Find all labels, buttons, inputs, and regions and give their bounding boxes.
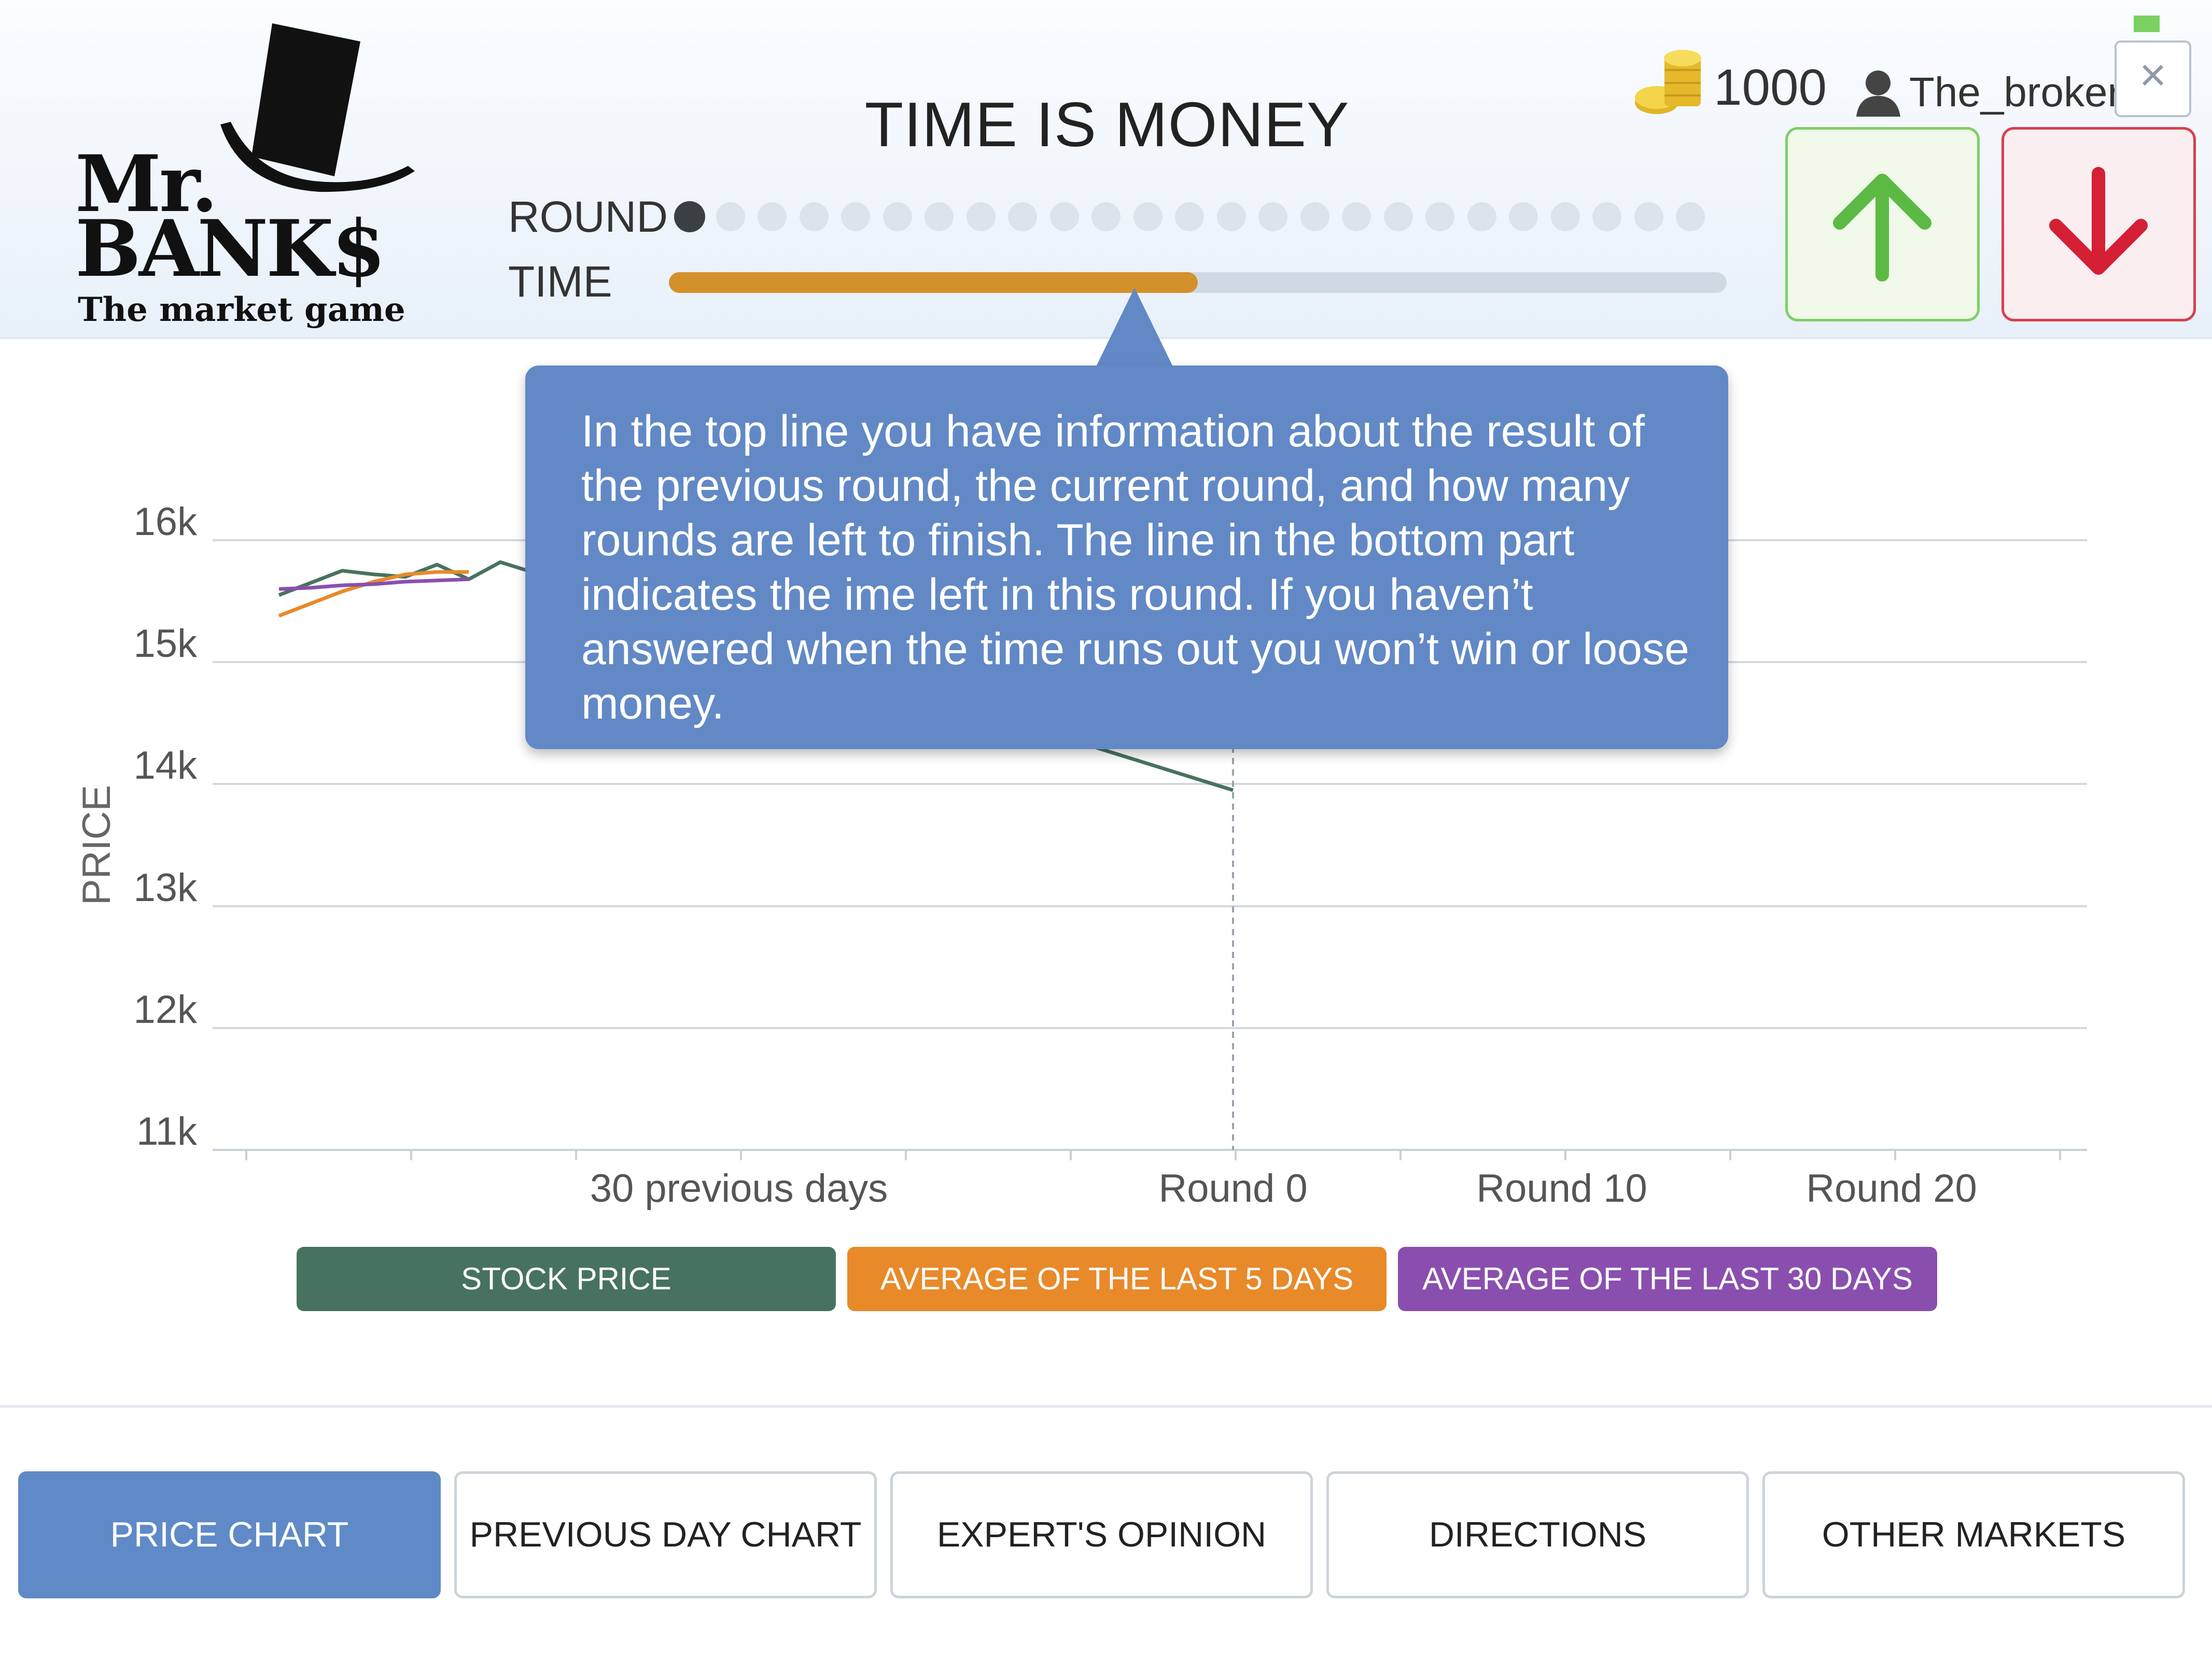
round-dot xyxy=(1258,202,1287,231)
logo-banks-text: BANK$ xyxy=(75,203,386,294)
round-dot xyxy=(883,202,912,231)
x-tick-label: Round 0 xyxy=(1158,1166,1307,1211)
round-dot xyxy=(1634,202,1663,231)
round-dot xyxy=(1091,202,1121,231)
coins-icon xyxy=(1635,50,1701,114)
round-dot xyxy=(1676,202,1705,231)
round-label: ROUND xyxy=(508,192,668,241)
logo-tagline: The market game xyxy=(78,290,405,329)
round-dot xyxy=(1175,202,1204,231)
x-tick-label: Round 20 xyxy=(1806,1166,1977,1211)
close-button[interactable]: × xyxy=(2115,40,2191,117)
round-dot xyxy=(966,202,996,231)
buy-up-button[interactable] xyxy=(1785,127,1980,321)
bottom-divider xyxy=(0,1405,2212,1408)
round-dot xyxy=(799,202,829,231)
round-dot xyxy=(758,202,787,231)
y-tick-label: 12k xyxy=(133,988,198,1032)
round-dot xyxy=(925,202,954,231)
legend-stock-price[interactable]: STOCK PRICE xyxy=(297,1247,836,1311)
round-dot xyxy=(1342,202,1371,231)
y-tick-label: 15k xyxy=(133,622,198,666)
username: The_broker xyxy=(1909,69,2122,115)
tab-price-chart[interactable]: PRICE CHART xyxy=(18,1471,441,1598)
y-tick-label: 14k xyxy=(133,743,198,788)
time-label: TIME xyxy=(508,257,612,306)
round-dot xyxy=(1216,202,1246,231)
round-dot xyxy=(1592,202,1621,231)
round-dot xyxy=(1049,202,1079,231)
tooltip-text: In the top line you have information abo… xyxy=(581,406,1689,728)
round-dot xyxy=(1133,202,1163,231)
round-dot xyxy=(1467,202,1496,231)
round-dot xyxy=(1383,202,1413,231)
tab-experts-opinion[interactable]: EXPERT'S OPINION xyxy=(890,1471,1313,1598)
y-tick-label: 16k xyxy=(133,500,198,544)
round-dot xyxy=(1550,202,1580,231)
mr-banks-logo: Mr. BANK$ The market game xyxy=(75,21,417,337)
user-icon xyxy=(1856,71,1900,117)
tab-directions[interactable]: DIRECTIONS xyxy=(1326,1471,1749,1598)
battery-indicator xyxy=(2134,16,2160,32)
game-title: TIME IS MONEY xyxy=(864,89,1350,160)
round-dot xyxy=(1425,202,1454,231)
round-dot xyxy=(841,202,870,231)
legend-average-30-days[interactable]: AVERAGE OF THE LAST 30 DAYS xyxy=(1398,1247,1937,1311)
close-icon: × xyxy=(2139,49,2167,101)
round-dot xyxy=(716,202,745,231)
round-dot xyxy=(1509,202,1538,231)
arrow-up-icon xyxy=(1833,174,1931,282)
round-progress-dots xyxy=(674,200,1732,236)
x-tick-label: 30 previous days xyxy=(590,1166,888,1211)
help-tooltip: In the top line you have information abo… xyxy=(525,365,1728,749)
top-hat-icon xyxy=(220,23,415,192)
y-axis-label: PRICE xyxy=(75,785,119,905)
time-remaining-bar xyxy=(669,272,1727,293)
round-dot-current xyxy=(674,201,705,232)
arrow-down-icon xyxy=(2049,167,2148,275)
tab-other-markets[interactable]: OTHER MARKETS xyxy=(1762,1471,2185,1598)
round-dot xyxy=(1300,202,1329,231)
y-tick-label: 13k xyxy=(133,866,198,910)
tab-previous-day-chart[interactable]: PREVIOUS DAY CHART xyxy=(454,1471,877,1598)
sell-down-button[interactable] xyxy=(2001,127,2196,321)
legend-average-5-days[interactable]: AVERAGE OF THE LAST 5 DAYS xyxy=(847,1247,1387,1311)
x-tick-label: Round 10 xyxy=(1476,1166,1647,1211)
coin-balance: 1000 xyxy=(1714,59,1827,116)
round-dot xyxy=(1008,202,1037,231)
y-tick-label: 11k xyxy=(136,1109,198,1154)
tooltip-pointer xyxy=(1094,288,1175,371)
